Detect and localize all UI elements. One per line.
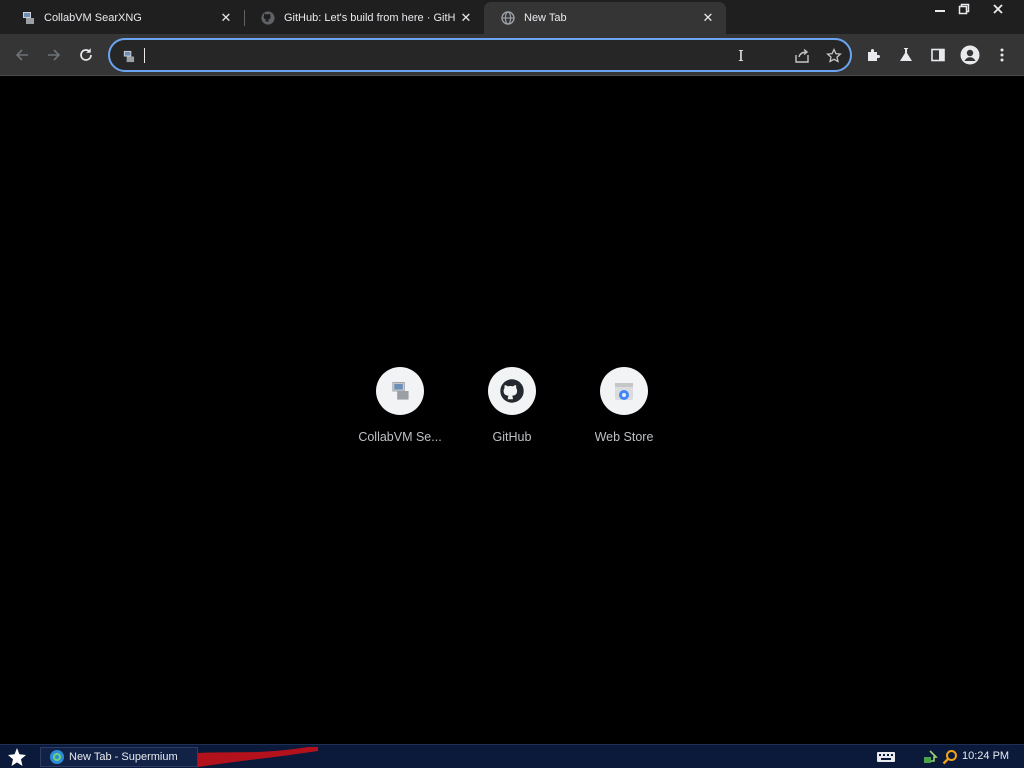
keyboard-icon[interactable]	[876, 750, 896, 764]
kebab-menu-icon	[1000, 48, 1004, 62]
tab-github[interactable]: GitHub: Let's build from here · GitHub ✕	[244, 2, 484, 34]
wallpaper-fragment	[198, 747, 318, 767]
tab-new-tab[interactable]: New Tab ✕	[484, 2, 726, 34]
collabvm-icon	[20, 10, 36, 26]
github-icon	[500, 379, 524, 403]
extensions-button[interactable]	[860, 41, 888, 69]
network-icon[interactable]	[922, 749, 938, 765]
shortcut-icon-circle	[600, 367, 648, 415]
minimize-button[interactable]	[928, 0, 952, 18]
back-button[interactable]	[8, 41, 36, 69]
address-bar[interactable]: I	[108, 38, 852, 72]
github-icon	[260, 10, 276, 26]
start-button[interactable]	[4, 746, 30, 768]
tab-strip: CollabVM SearXNG ✕ GitHub: Let's build f…	[0, 0, 1024, 34]
side-panel-icon	[931, 48, 945, 62]
supermium-icon	[50, 750, 64, 764]
close-icon[interactable]: ✕	[216, 8, 236, 28]
close-icon[interactable]: ✕	[456, 8, 476, 28]
taskbar-item-supermium[interactable]: New Tab - Supermium	[40, 747, 198, 767]
restore-icon	[958, 3, 970, 15]
shortcut-icon-circle	[376, 367, 424, 415]
tab-title: GitHub: Let's build from here · GitHub	[284, 12, 456, 24]
labs-button[interactable]	[892, 41, 920, 69]
taskbar: New Tab - Supermium 10:24 PM	[0, 744, 1024, 768]
restore-button[interactable]	[952, 0, 976, 18]
taskbar-clock[interactable]: 10:24 PM	[962, 750, 1009, 762]
close-window-button[interactable]	[986, 0, 1010, 18]
text-cursor-icon: I	[738, 47, 744, 65]
arrow-right-icon	[48, 49, 61, 61]
text-caret	[144, 48, 145, 63]
side-panel-button[interactable]	[924, 41, 952, 69]
globe-icon	[500, 10, 516, 26]
tab-title: CollabVM SearXNG	[44, 12, 142, 24]
reload-icon	[80, 48, 92, 61]
forward-button[interactable]	[40, 41, 68, 69]
shortcut-icon-circle	[488, 367, 536, 415]
close-icon[interactable]: ✕	[698, 8, 718, 28]
profile-button[interactable]	[956, 41, 984, 69]
star-start-icon	[8, 748, 26, 766]
reload-button[interactable]	[72, 41, 100, 69]
taskbar-item-label: New Tab - Supermium	[69, 751, 178, 763]
share-icon	[795, 48, 809, 63]
close-icon	[993, 4, 1003, 14]
shortcut-label: GitHub	[492, 430, 532, 444]
shortcut-github[interactable]: GitHub	[456, 366, 568, 456]
avatar-icon	[960, 45, 980, 65]
shortcut-collabvm[interactable]: CollabVM Se...	[344, 366, 456, 456]
star-icon	[826, 48, 842, 63]
tab-title: New Tab	[524, 12, 567, 24]
bookmark-button[interactable]	[822, 44, 846, 68]
minimize-icon	[935, 10, 945, 12]
shortcut-web-store[interactable]: Web Store	[568, 366, 680, 456]
site-info-icon[interactable]	[120, 48, 136, 64]
collabvm-icon	[392, 382, 409, 400]
tab-collabvm-searxng[interactable]: CollabVM SearXNG ✕	[4, 2, 244, 34]
flask-icon	[900, 48, 912, 61]
share-button[interactable]	[790, 44, 814, 68]
shortcut-label: Web Store	[594, 430, 654, 444]
puzzle-icon	[868, 49, 880, 61]
shortcut-label: CollabVM Se...	[358, 430, 442, 444]
web-store-icon	[615, 383, 633, 400]
menu-button[interactable]	[988, 41, 1016, 69]
arrow-left-icon	[15, 49, 28, 61]
search-icon[interactable]	[942, 749, 958, 765]
address-input[interactable]	[142, 44, 722, 66]
browser-toolbar: I	[0, 34, 1024, 76]
